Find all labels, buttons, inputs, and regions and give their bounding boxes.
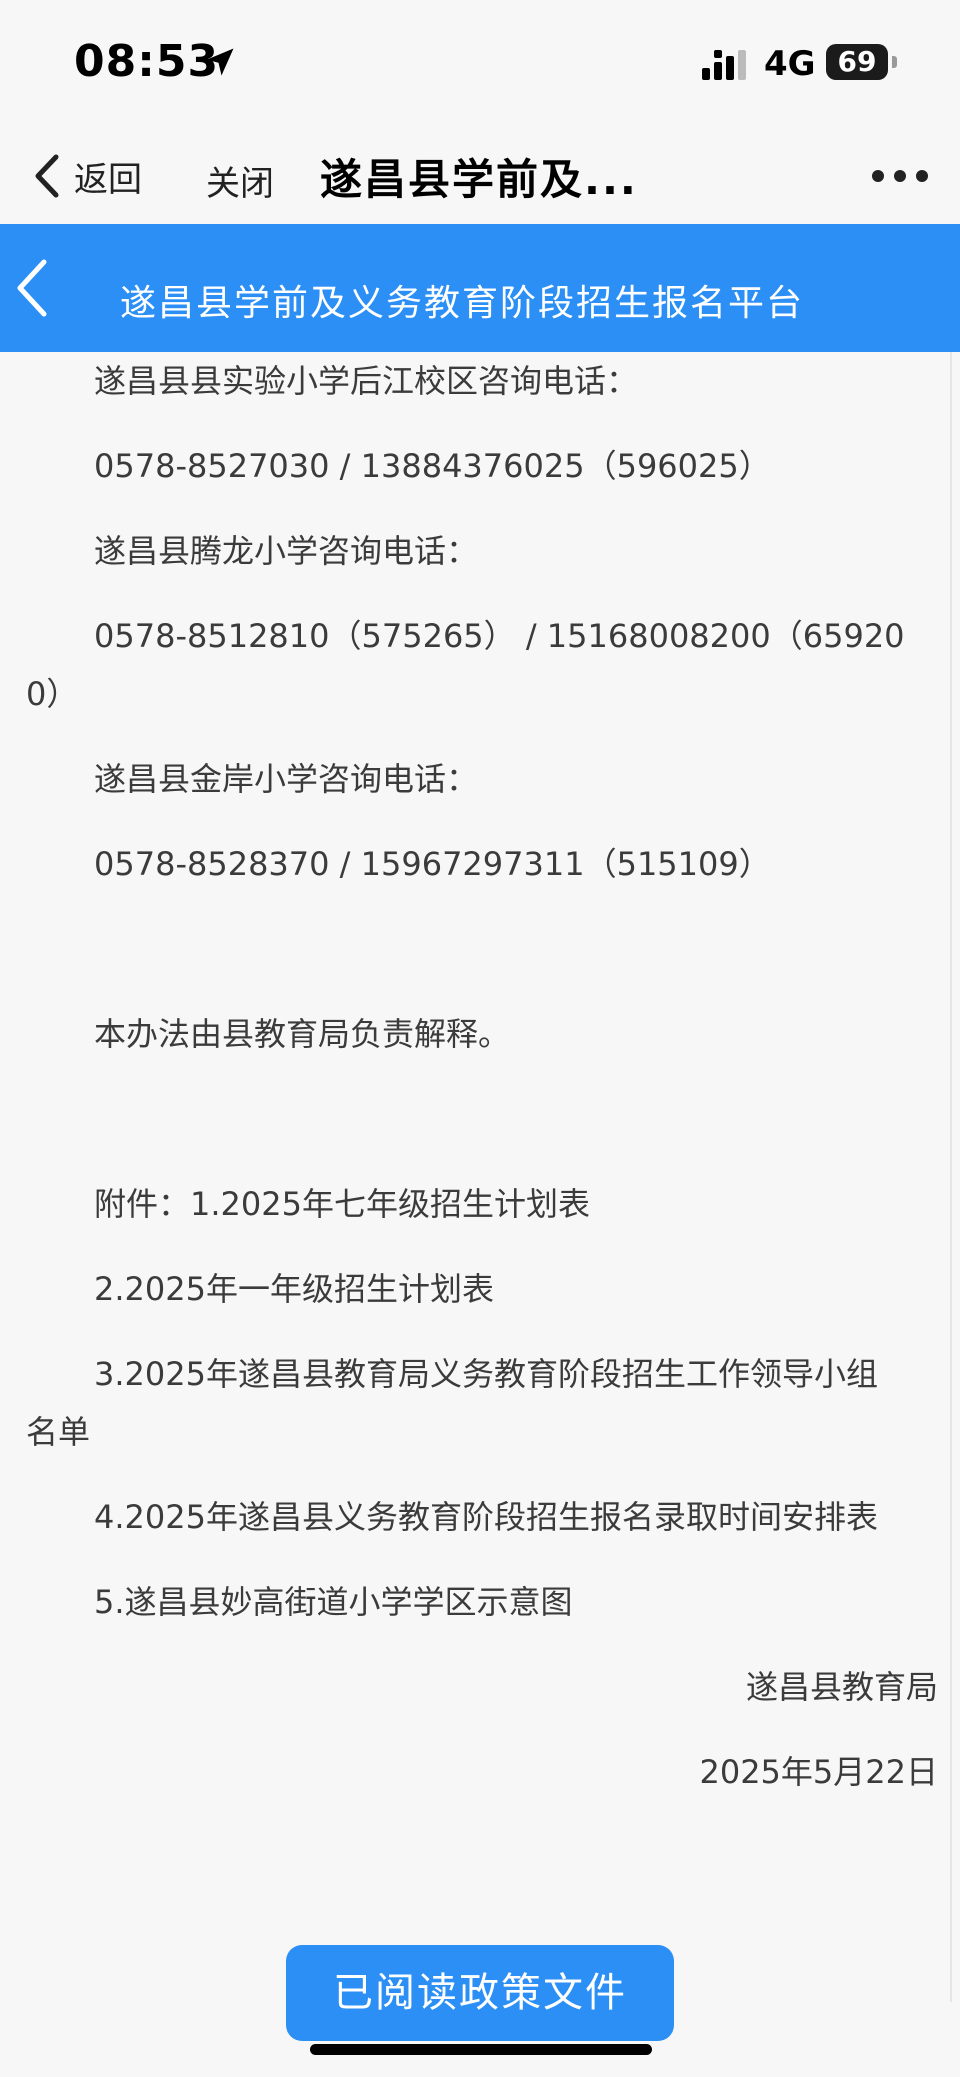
header-back-icon[interactable] [14, 256, 54, 320]
content-line: 本办法由县教育局负责解释。 [94, 1015, 511, 1053]
signature-issuer: 遂昌县教育局 [745, 1668, 938, 1706]
content-line: 名单 [26, 1413, 91, 1451]
more-dots-icon[interactable] [870, 164, 930, 188]
content-line: 遂昌县县实验小学后江校区咨询电话： [94, 362, 639, 400]
content-line: 遂昌县金岸小学咨询电话： [94, 760, 479, 798]
content-line: 4.2025年遂昌县义务教育阶段招生报名录取时间安排表 [94, 1498, 878, 1536]
battery-tip [892, 56, 897, 68]
content-line: 3.2025年遂昌县教育局义务教育阶段招生工作领导小组 [94, 1355, 878, 1393]
status-time: 08:53 [74, 36, 220, 87]
policy-content: 遂昌县县实验小学后江校区咨询电话： 0578-8527030 / 1388437… [26, 352, 938, 1801]
chevron-left-icon [35, 154, 59, 198]
status-bar: 08:53 4G 69 [0, 0, 960, 128]
content-line: 0578-8512810（575265） / 15168008200（65920 [94, 617, 905, 655]
platform-header: 遂昌县学前及义务教育阶段招生报名平台 [0, 224, 960, 352]
platform-title: 遂昌县学前及义务教育阶段招生报名平台 [120, 283, 805, 324]
home-indicator [310, 2044, 652, 2055]
content-line: 0578-8528370 / 15967297311（515109） [94, 845, 771, 883]
back-button[interactable]: 返回 [28, 146, 142, 206]
battery-indicator: 69 [826, 44, 888, 80]
network-type: 4G [764, 44, 816, 84]
content-line: 遂昌县腾龙小学咨询电话： [94, 532, 479, 570]
read-confirm-button[interactable]: 已阅读政策文件 [286, 1945, 674, 2041]
location-arrow-icon [206, 48, 234, 76]
content-line: 0578-8527030 / 13884376025（596025） [94, 447, 771, 485]
content-line: 2.2025年一年级招生计划表 [94, 1270, 494, 1308]
page-title: 遂昌县学前及... [320, 155, 638, 204]
content-line: 5.遂昌县妙高街道小学学区示意图 [94, 1583, 573, 1621]
content-line: 附件：1.2025年七年级招生计划表 [94, 1185, 590, 1223]
signal-bars-icon [702, 50, 746, 80]
close-button[interactable]: 关闭 [206, 156, 274, 205]
scroll-track [950, 352, 952, 2002]
nav-bar: 返回 关闭 遂昌县学前及... [0, 128, 960, 224]
back-label: 返回 [74, 159, 142, 200]
content-line: 0） [26, 675, 79, 713]
signature-date: 2025年5月22日 [699, 1753, 938, 1791]
